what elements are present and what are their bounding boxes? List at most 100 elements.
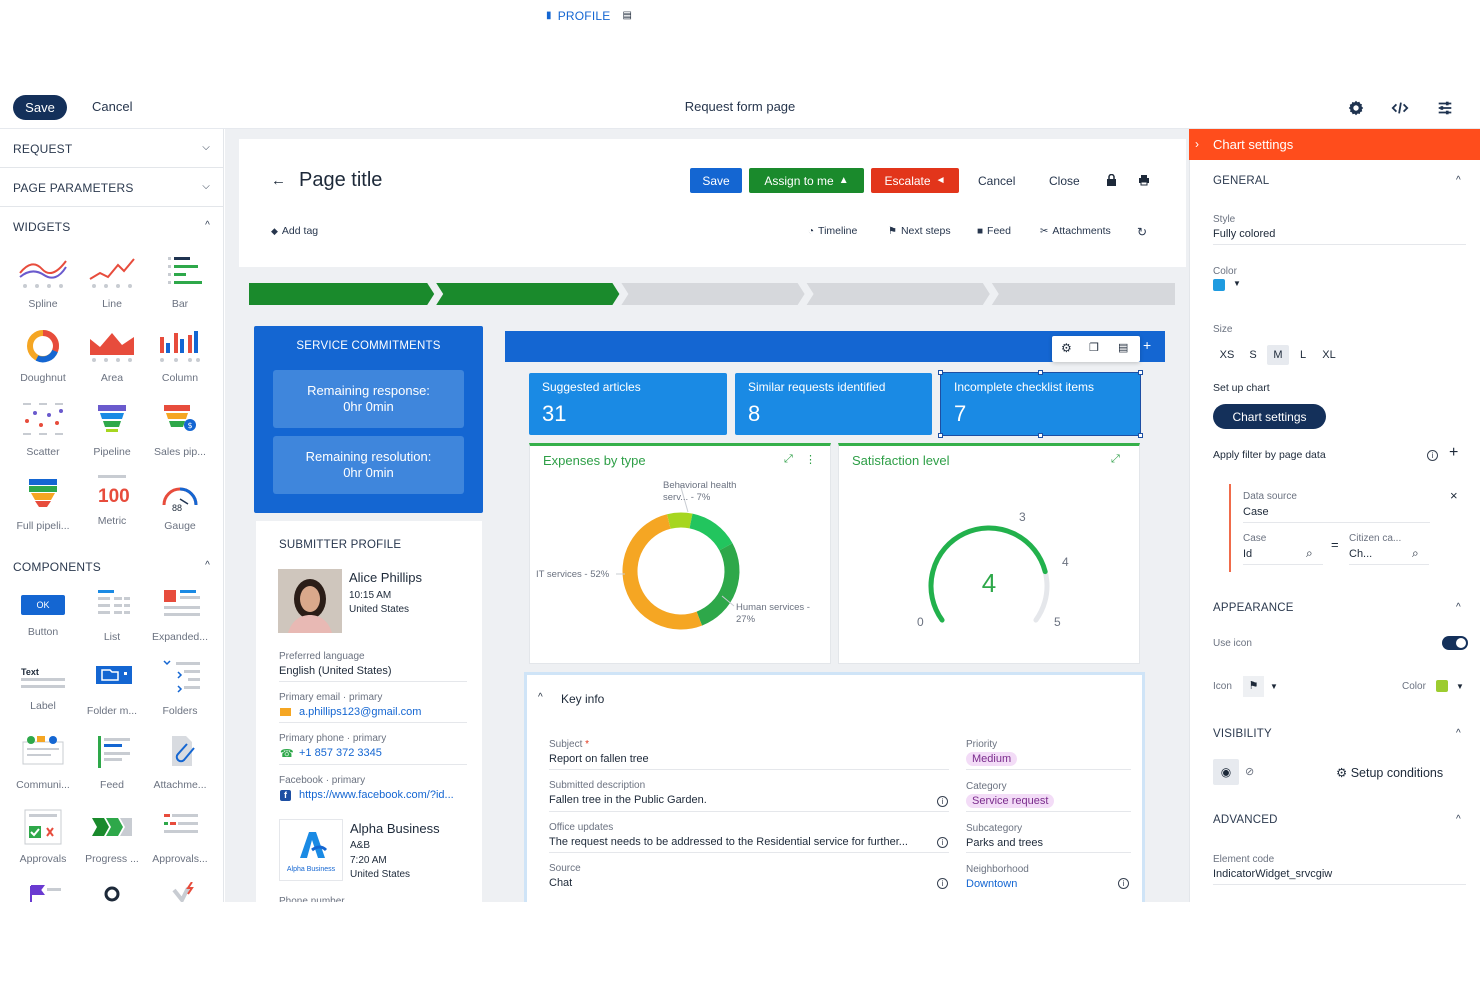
widget-doughnut[interactable]: Doughnut (9, 327, 77, 397)
tab-location[interactable]: ▦ LOCATION (670, 0, 748, 31)
section-page-parameters[interactable]: PAGE PARAMETERS ⌵ (0, 168, 223, 207)
add-filter-icon[interactable]: + (1449, 444, 1458, 462)
use-icon-toggle[interactable] (1442, 636, 1468, 650)
kpi-suggested-articles[interactable]: Suggested articles 31 (529, 373, 727, 435)
widget-area[interactable]: Area (78, 327, 146, 397)
resize-handle[interactable] (938, 370, 943, 375)
widget-line[interactable]: Line (78, 253, 146, 323)
attachments-button[interactable]: ✂ Attachments (1040, 225, 1111, 237)
arrow-left-icon[interactable]: ← (271, 172, 286, 189)
feed-button[interactable]: ■ Feed (977, 225, 1011, 237)
widget-column[interactable]: Column (146, 327, 214, 397)
component-list[interactable]: List (78, 586, 146, 656)
resize-handle[interactable] (938, 433, 943, 438)
size-xs[interactable]: XS (1216, 345, 1238, 365)
size-xl[interactable]: XL (1318, 345, 1340, 365)
print-icon[interactable] (1138, 174, 1150, 189)
lock-icon[interactable] (1106, 173, 1117, 189)
size-s[interactable]: S (1242, 345, 1264, 365)
trash-icon[interactable]: ▤ (622, 10, 632, 21)
size-m[interactable]: M (1267, 345, 1289, 365)
setup-conditions-button[interactable]: ⚙ Setup conditions (1336, 765, 1443, 780)
search-icon[interactable]: ⌕ (1306, 546, 1313, 561)
timeline-button[interactable]: ◔ Timeline (808, 225, 857, 237)
component-more-3[interactable] (146, 881, 214, 902)
code-icon[interactable] (1389, 97, 1411, 119)
widget-metric[interactable]: 100 Metric (78, 475, 146, 545)
source-value[interactable]: Chat (549, 877, 572, 889)
refresh-icon[interactable]: ↻ (1137, 225, 1147, 239)
copy-icon[interactable]: ❐ (1089, 341, 1099, 354)
icon-color-swatch[interactable] (1436, 680, 1448, 692)
eye-icon[interactable]: ◉ (1213, 759, 1239, 785)
next-steps-button[interactable]: ⚑ Next steps (888, 225, 951, 237)
case-value[interactable]: Id (1243, 548, 1252, 560)
resize-handle[interactable] (1138, 433, 1143, 438)
chevron-up-icon[interactable]: ^ (1456, 175, 1461, 186)
settings-icon[interactable]: ⚙ (1061, 341, 1072, 355)
advanced-section-title[interactable]: ADVANCED (1213, 814, 1278, 826)
header-close-button[interactable]: Close (1049, 174, 1080, 188)
gear-icon[interactable] (1345, 97, 1367, 119)
info-icon[interactable]: i (1118, 878, 1129, 889)
header-save-button[interactable]: Save (690, 168, 742, 193)
header-cancel-button[interactable]: Cancel (978, 174, 1015, 188)
eye-off-icon[interactable]: ⊘ (1245, 765, 1254, 778)
info-icon[interactable]: i (937, 878, 948, 889)
component-expanded-list[interactable]: Expanded... (146, 586, 214, 656)
category-badge[interactable]: Service request (966, 794, 1055, 808)
tabs-scroll-left[interactable]: ‹ (511, 0, 515, 31)
component-progress[interactable]: Progress ... (78, 808, 146, 878)
component-more-2[interactable] (78, 882, 146, 902)
color-swatch[interactable] (1213, 279, 1225, 291)
widget-full-pipeline[interactable]: Full pipeli... (9, 475, 77, 545)
component-feed[interactable]: Feed (78, 734, 146, 804)
close-icon[interactable]: × (1450, 488, 1458, 503)
widget-bar[interactable]: Bar (146, 253, 214, 323)
phone-link[interactable]: +1 857 372 3345 (299, 747, 382, 759)
size-l[interactable]: L (1292, 345, 1314, 365)
add-tab-icon[interactable]: + (1143, 337, 1151, 353)
component-folder-manager[interactable]: Folder m... (78, 660, 146, 730)
cancel-button[interactable]: Cancel (92, 99, 132, 114)
search-icon[interactable]: ⌕ (1412, 546, 1419, 561)
sliders-icon[interactable] (1434, 97, 1456, 119)
delete-icon[interactable]: ▤ (1118, 341, 1128, 354)
component-approvals-list[interactable]: Approvals... (146, 808, 214, 878)
company-name[interactable]: Alpha Business (350, 821, 440, 836)
component-attachments[interactable]: Attachme... (146, 734, 214, 804)
add-tag-button[interactable]: ◆ Add tag (271, 225, 318, 237)
component-approvals[interactable]: Approvals (9, 808, 77, 878)
data-source-value[interactable]: Case (1243, 506, 1269, 518)
tab-checklists[interactable]: ☑ CHECKLISTS (926, 0, 1019, 31)
caret-down-icon[interactable]: ▼ (1270, 682, 1278, 691)
info-icon[interactable]: i (937, 837, 948, 848)
section-components[interactable]: COMPONENTS ^ (0, 547, 223, 586)
section-request[interactable]: REQUEST ⌵ (0, 129, 223, 168)
assign-to-me-button[interactable]: Assign to me ▲ (749, 168, 864, 193)
resize-handle[interactable] (1038, 370, 1043, 375)
email-link[interactable]: a.phillips123@gmail.com (299, 706, 421, 718)
component-more-1[interactable] (9, 882, 77, 902)
office-updates-value[interactable]: The request needs to be addressed to the… (549, 836, 934, 848)
chevron-up-icon[interactable]: ^ (538, 692, 543, 703)
subject-value[interactable]: Report on fallen tree (549, 753, 649, 765)
style-select[interactable]: Fully colored (1213, 228, 1275, 240)
kpi-incomplete-checklist[interactable]: Incomplete checklist items 7 (938, 370, 1143, 438)
save-button[interactable]: Save (13, 95, 67, 120)
neighborhood-value[interactable]: Downtown (966, 878, 1017, 890)
escalate-button[interactable]: Escalate ◄ (871, 168, 959, 193)
widget-scatter[interactable]: Scatter (9, 401, 77, 471)
tab-submission-info[interactable]: ▣ SUBMISSION INFO (775, 0, 901, 31)
kpi-similar-requests[interactable]: Similar requests identified 8 (735, 373, 932, 435)
widget-sales-pipeline[interactable]: $ Sales pip... (146, 401, 214, 471)
info-icon[interactable]: i (1427, 450, 1438, 461)
resize-handle[interactable] (1138, 370, 1143, 375)
component-folders[interactable]: Folders (146, 660, 214, 730)
widget-pipeline[interactable]: Pipeline (78, 401, 146, 471)
priority-badge[interactable]: Medium (966, 752, 1018, 766)
element-code-value[interactable]: IndicatorWidget_srvcgiw (1213, 868, 1332, 880)
resize-handle[interactable] (1038, 433, 1043, 438)
component-button[interactable]: OK Button (9, 586, 77, 656)
widget-gauge[interactable]: 88 Gauge (146, 475, 214, 545)
